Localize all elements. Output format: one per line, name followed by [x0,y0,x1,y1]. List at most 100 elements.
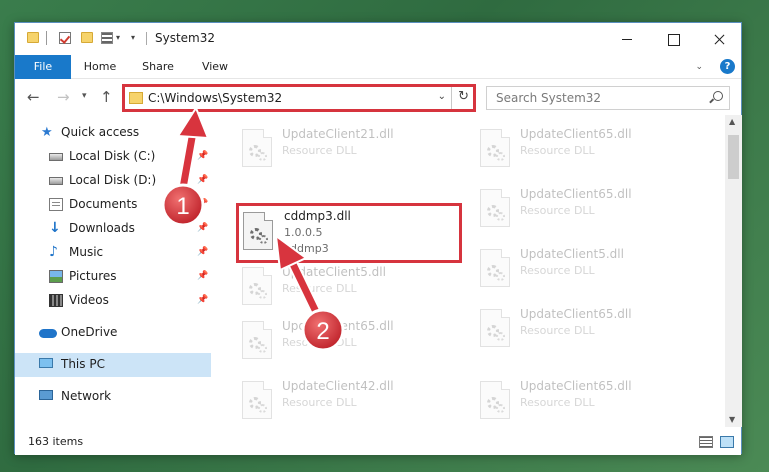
file-name: UpdateClient65.dll [520,127,632,141]
file-type: Resource DLL [520,144,595,157]
minimize-button[interactable] [604,23,650,55]
sidebar-item-label: Downloads [69,221,135,235]
item-count: 163 items [28,435,84,448]
search-icon[interactable] [713,91,723,101]
pin-icon[interactable]: 📌 [197,175,208,185]
sidebar-item-label: Documents [69,197,138,211]
close-button[interactable] [696,23,742,55]
sidebar-item-label: Network [61,389,112,403]
sidebar-item-local-disk-d[interactable]: Local Disk (D:) 📌 [15,169,211,193]
pin-icon[interactable]: 📌 [197,247,208,257]
large-icons-view-icon[interactable] [720,436,734,448]
tab-home[interactable]: Home [75,55,125,79]
star-icon: ★ [41,125,53,140]
search-placeholder: Search System32 [496,91,602,105]
sidebar-item-this-pc[interactable]: This PC [15,353,211,377]
recent-locations-chevron-icon[interactable]: ▾ [82,91,87,101]
file-name: cddmp3.dll [284,209,351,223]
scroll-down-arrow-icon[interactable]: ▼ [729,415,735,424]
network-icon [39,390,53,400]
pin-icon[interactable]: 📌 [197,271,208,281]
sidebar-item-videos[interactable]: Videos 📌 [15,289,211,313]
drive-icon [49,177,63,185]
folder-icon [129,92,143,104]
file-description: cddmp3 [284,242,329,255]
file-name: UpdateClient65.dll [282,319,394,333]
folder-icon [27,32,39,43]
file-type: Resource DLL [520,324,595,337]
file-tile[interactable]: UpdateClient65.dll Resource DLL [474,375,700,427]
pc-icon [39,358,53,368]
dll-file-icon [480,249,510,287]
title-bar: ▾ ▾ System32 [15,23,741,55]
up-arrow-icon[interactable]: ↑ [100,88,113,106]
quick-access-toolbar-dropdown-icon[interactable]: ▾ [131,33,135,42]
file-tile[interactable]: UpdateClient21.dll Resource DLL [236,123,462,177]
file-tile[interactable]: UpdateClient65.dll Resource DLL [474,303,700,357]
videos-icon [49,294,63,307]
details-view-icon[interactable] [699,436,713,448]
documents-icon [49,198,63,211]
file-tile[interactable]: UpdateClient65.dll Resource DLL [474,183,700,237]
status-bar: 163 items [15,429,741,455]
file-name: UpdateClient65.dll [520,307,632,321]
ribbon-tabs: File Home Share View ⌄ ? [15,55,741,79]
sidebar-item-label: Pictures [69,269,117,283]
properties-check-icon[interactable] [59,32,71,44]
address-dropdown-chevron-icon[interactable]: ⌄ [438,91,446,102]
sidebar-item-label: Local Disk (C:) [69,149,156,163]
drive-icon [49,153,63,161]
refresh-icon[interactable]: ↻ [458,89,469,104]
file-tile[interactable]: UpdateClient5.dll Resource DLL [474,243,700,297]
sidebar-item-onedrive[interactable]: OneDrive [15,321,211,345]
file-tile[interactable]: UpdateClient42.dll Resource DLL [236,375,462,427]
sidebar-item-pictures[interactable]: Pictures 📌 [15,265,211,289]
sidebar-item-local-disk-c[interactable]: Local Disk (C:) 📌 [15,145,211,169]
sidebar-item-network[interactable]: Network [15,385,211,409]
file-type: Resource DLL [520,204,595,217]
scrollbar-thumb[interactable] [728,135,739,179]
help-icon[interactable]: ? [720,59,735,74]
file-type: Resource DLL [520,396,595,409]
chevron-down-icon[interactable]: ▾ [116,33,120,42]
sidebar-item-quick-access[interactable]: ★ Quick access [15,121,211,145]
forward-arrow-icon[interactable]: → [57,88,70,106]
file-tile[interactable]: UpdateClient5.dll Resource DLL [236,261,462,315]
file-name: UpdateClient42.dll [282,379,394,393]
file-tile[interactable]: UpdateClient65.dll Resource DLL [236,315,462,369]
sidebar-item-music[interactable]: ♪ Music 📌 [15,241,211,265]
pin-icon[interactable]: 📌 [197,295,208,305]
pin-icon[interactable]: 📌 [197,223,208,233]
file-tile[interactable]: UpdateClient65.dll Resource DLL [474,123,700,177]
dll-file-icon [480,129,510,167]
back-arrow-icon[interactable]: ← [27,88,40,106]
new-folder-icon[interactable] [81,32,93,43]
search-input[interactable]: Search System32 [486,86,730,110]
sidebar-item-label: Music [69,245,104,259]
tab-share[interactable]: Share [133,55,183,79]
address-bar[interactable]: C:\Windows\System32 ⌄ ↻ [122,84,476,112]
dll-file-icon [242,267,272,305]
sidebar-item-label: OneDrive [61,325,118,339]
vertical-scrollbar[interactable]: ▲ ▼ [725,115,742,427]
tab-view[interactable]: View [190,55,240,79]
divider [146,32,147,45]
file-type: Resource DLL [520,264,595,277]
tab-file[interactable]: File [15,55,71,79]
pictures-icon [49,270,63,283]
pin-icon[interactable]: 📌 [197,199,208,209]
scroll-up-arrow-icon[interactable]: ▲ [729,117,735,126]
onedrive-icon [39,329,57,338]
dll-file-icon [480,381,510,419]
sidebar-item-downloads[interactable]: ↓ Downloads 📌 [15,217,211,241]
pin-icon[interactable]: 📌 [197,151,208,161]
divider [451,87,452,109]
dll-file-icon [243,212,273,250]
sidebar-item-documents[interactable]: Documents 📌 [15,193,211,217]
highlighted-file-tile[interactable]: cddmp3.dll 1.0.0.5 cddmp3 [236,203,462,263]
maximize-button[interactable] [650,23,696,55]
address-path[interactable]: C:\Windows\System32 [148,91,282,105]
sidebar-item-label: Local Disk (D:) [69,173,157,187]
customize-icon[interactable] [101,32,113,44]
expand-ribbon-chevron-icon[interactable]: ⌄ [695,62,703,72]
